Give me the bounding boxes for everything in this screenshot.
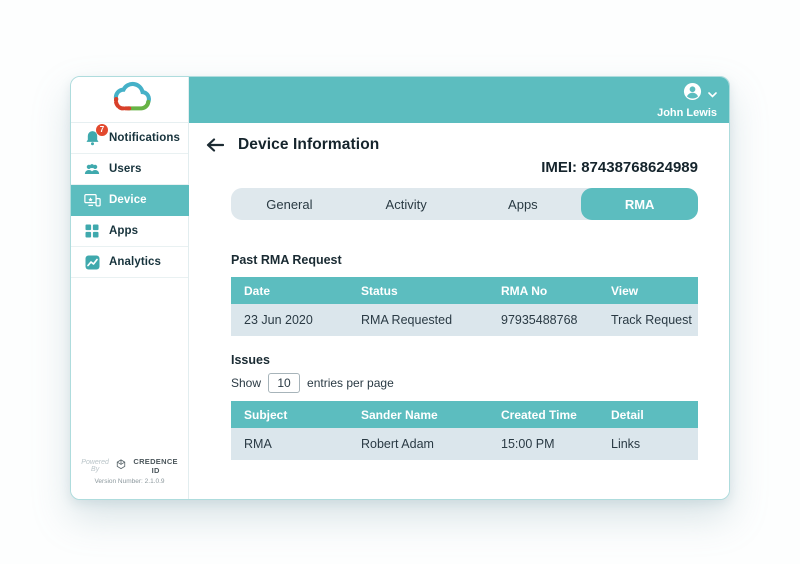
column-header-sender-name: Sander Name [361, 407, 438, 422]
tab-general[interactable]: General [231, 188, 348, 220]
top-header-bar: John Lewis [189, 77, 729, 123]
entries-suffix-label: entries per page [307, 376, 394, 390]
sidebar-item-label: Device [109, 194, 147, 206]
table-row: RMA Robert Adam 15:00 PM Links [231, 428, 698, 460]
sidebar: 7 Notifications Users Device Apps Analyt… [71, 77, 189, 499]
users-icon [83, 160, 101, 178]
cell-created-time: 15:00 PM [501, 437, 555, 451]
issues-table: Subject Sander Name Created Time Detail … [231, 401, 698, 460]
column-header-view: View [611, 283, 639, 298]
app-window: 7 Notifications Users Device Apps Analyt… [70, 76, 730, 500]
version-number: Version Number: 2.1.0.9 [94, 478, 165, 485]
sidebar-item-users[interactable]: Users [71, 154, 188, 185]
apps-grid-icon [83, 222, 101, 240]
app-logo[interactable] [71, 77, 188, 123]
track-request-link[interactable]: Track Request [598, 313, 698, 327]
table-header-row: Date Status RMA No View [231, 277, 698, 304]
device-icon [83, 191, 101, 209]
cloud-logo-icon [104, 79, 156, 120]
sidebar-item-device[interactable]: Device [71, 185, 189, 216]
device-info-panel: Device Information IMEI: 87438768624989 … [189, 123, 729, 499]
past-rma-heading: Past RMA Request [231, 253, 342, 267]
page-background: 7 Notifications Users Device Apps Analyt… [0, 0, 800, 564]
column-header-status: Status [361, 283, 398, 298]
issues-heading: Issues [231, 353, 270, 367]
analytics-icon [83, 253, 101, 271]
entries-per-page-input[interactable] [268, 373, 301, 393]
tab-apps[interactable]: Apps [465, 188, 582, 220]
entries-per-page-control: Show entries per page [231, 373, 698, 393]
user-name: John Lewis [657, 106, 717, 119]
sidebar-item-label: Apps [109, 225, 139, 237]
chevron-down-icon [708, 85, 717, 103]
show-label: Show [231, 376, 262, 390]
column-header-detail: Detail [611, 407, 644, 422]
tab-activity[interactable]: Activity [348, 188, 465, 220]
cell-sender-name: Robert Adam [361, 437, 434, 451]
cell-rma-no: 97935488768 [501, 313, 578, 327]
user-avatar-icon [683, 82, 702, 106]
sidebar-item-analytics[interactable]: Analytics [71, 247, 188, 278]
sidebar-item-notifications[interactable]: 7 Notifications [71, 123, 188, 154]
sidebar-item-apps[interactable]: Apps [71, 216, 188, 247]
page-title: Device Information [238, 136, 380, 153]
notification-count-badge: 7 [96, 124, 108, 136]
main-area: John Lewis Device Information IMEI: 8743… [189, 77, 729, 499]
credence-id-logo-icon [116, 457, 126, 475]
sidebar-nav: 7 Notifications Users Device Apps Analyt… [71, 123, 189, 278]
table-header-row: Subject Sander Name Created Time Detail [231, 401, 698, 428]
sidebar-item-label: Notifications [109, 132, 180, 144]
cell-date: 23 Jun 2020 [244, 313, 313, 327]
powered-by-label: Powered By [81, 459, 109, 473]
table-row: 23 Jun 2020 RMA Requested 97935488768 Tr… [231, 304, 698, 336]
bell-icon: 7 [83, 124, 108, 147]
column-header-subject: Subject [244, 407, 288, 422]
column-header-created-time: Created Time [501, 407, 577, 422]
links-link[interactable]: Links [598, 437, 698, 451]
sidebar-item-label: Analytics [109, 256, 162, 268]
tab-bar: General Activity Apps RMA [231, 188, 698, 220]
column-header-rma-no: RMA No [501, 283, 548, 298]
user-menu[interactable]: John Lewis [657, 82, 717, 119]
sidebar-footer: Powered By Credence ID Version Number: 2… [71, 457, 188, 499]
sidebar-item-label: Users [109, 163, 142, 175]
cell-subject: RMA [244, 437, 272, 451]
brand-name: Credence ID [133, 457, 178, 475]
column-header-date: Date [244, 283, 271, 298]
imei-value: IMEI: 87438768624989 [541, 159, 698, 176]
tab-rma[interactable]: RMA [581, 188, 698, 220]
past-rma-table: Date Status RMA No View 23 Jun 2020 RMA … [231, 277, 698, 336]
cell-status: RMA Requested [361, 313, 453, 327]
back-arrow-icon[interactable] [206, 137, 226, 153]
